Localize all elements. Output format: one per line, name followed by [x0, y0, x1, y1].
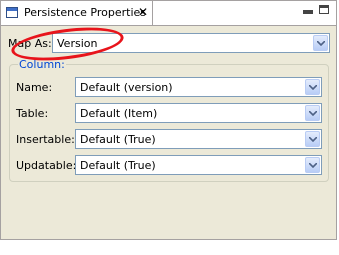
insertable-label: Insertable: [16, 133, 75, 146]
insertable-combo[interactable]: Default (True) [75, 129, 322, 149]
updatable-combo[interactable]: Default (True) [75, 155, 322, 175]
name-combo[interactable]: Default (version) [75, 77, 322, 97]
close-icon[interactable]: ✕ [138, 5, 148, 19]
table-label: Table: [16, 107, 49, 120]
maximize-view-button[interactable] [319, 5, 329, 14]
map-as-value: Version [57, 37, 98, 50]
updatable-value: Default (True) [80, 159, 156, 172]
tab-title: Persistence Properties [24, 6, 147, 19]
map-as-combo[interactable]: Version [52, 33, 330, 53]
updatable-label: Updatable: [16, 159, 77, 172]
view-tab-bar: Persistence Properties ✕ [1, 1, 336, 26]
table-value: Default (Item) [80, 107, 158, 120]
insertable-value: Default (True) [80, 133, 156, 146]
name-value: Default (version) [80, 81, 173, 94]
properties-view-icon [6, 7, 18, 18]
chevron-down-icon[interactable] [305, 79, 320, 95]
chevron-down-icon[interactable] [305, 105, 320, 121]
chevron-down-icon[interactable] [313, 35, 328, 51]
chevron-down-icon[interactable] [305, 157, 320, 173]
name-label: Name: [16, 81, 53, 94]
persistence-properties-view: Persistence Properties ✕ Map As: Version… [0, 0, 337, 240]
column-group-title: Column: [18, 58, 66, 71]
chevron-down-icon[interactable] [305, 131, 320, 147]
table-combo[interactable]: Default (Item) [75, 103, 322, 123]
tab-persistence-properties[interactable]: Persistence Properties ✕ [1, 1, 153, 25]
minimize-view-button[interactable] [303, 10, 313, 14]
map-as-label: Map As: [8, 37, 52, 50]
